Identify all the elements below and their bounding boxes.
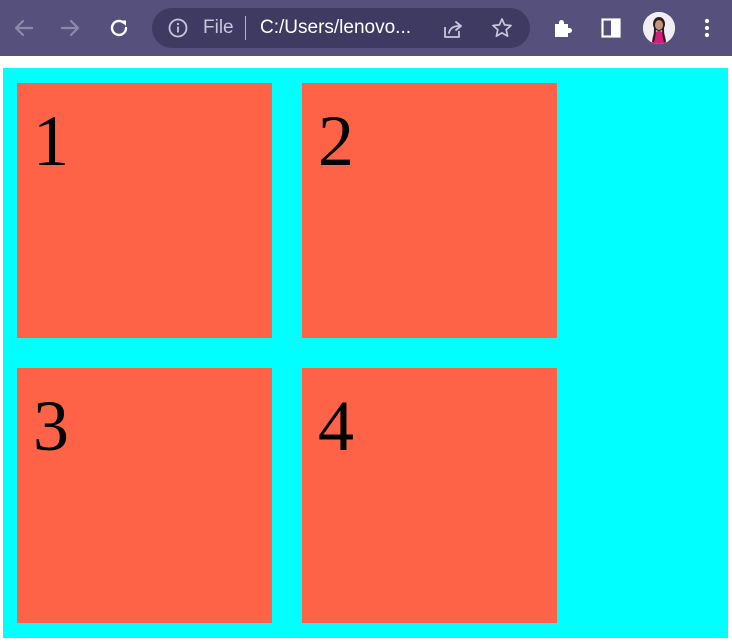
puzzle-icon [555, 20, 572, 37]
grid-container: 1 2 3 4 [3, 68, 728, 638]
address-bar[interactable]: File C:/Users/lenovo... [152, 8, 530, 48]
extensions-button[interactable] [549, 14, 577, 42]
grid-item-4: 4 [302, 368, 557, 623]
grid-item-label: 2 [318, 101, 354, 181]
star-icon[interactable] [490, 16, 514, 40]
kebab-menu-icon [704, 18, 710, 38]
grid-item-2: 2 [302, 83, 557, 338]
avatar [643, 12, 675, 44]
info-icon[interactable] [168, 18, 188, 38]
page-viewport: 1 2 3 4 [0, 56, 732, 644]
omnibox-divider [245, 16, 246, 40]
browser-menu-button[interactable] [693, 14, 721, 42]
forward-button[interactable] [55, 13, 85, 43]
share-icon[interactable] [441, 17, 465, 41]
grid-item-label: 1 [33, 101, 69, 181]
grid-item-1: 1 [17, 83, 272, 338]
arrow-right-icon [60, 19, 80, 37]
profile-avatar[interactable] [643, 12, 675, 44]
grid-item-3: 3 [17, 368, 272, 623]
grid-item-label: 3 [33, 386, 69, 466]
back-button[interactable] [9, 13, 39, 43]
arrow-left-icon [14, 19, 34, 37]
grid-item-label: 4 [318, 386, 354, 466]
url-text[interactable]: C:/Users/lenovo... [260, 17, 428, 39]
reload-button[interactable] [104, 13, 134, 43]
reload-icon [110, 19, 128, 37]
side-panel-button[interactable] [597, 14, 625, 42]
url-scheme-label: File [203, 17, 234, 38]
side-panel-icon [601, 18, 621, 38]
browser-toolbar: File C:/Users/lenovo... [0, 0, 732, 56]
